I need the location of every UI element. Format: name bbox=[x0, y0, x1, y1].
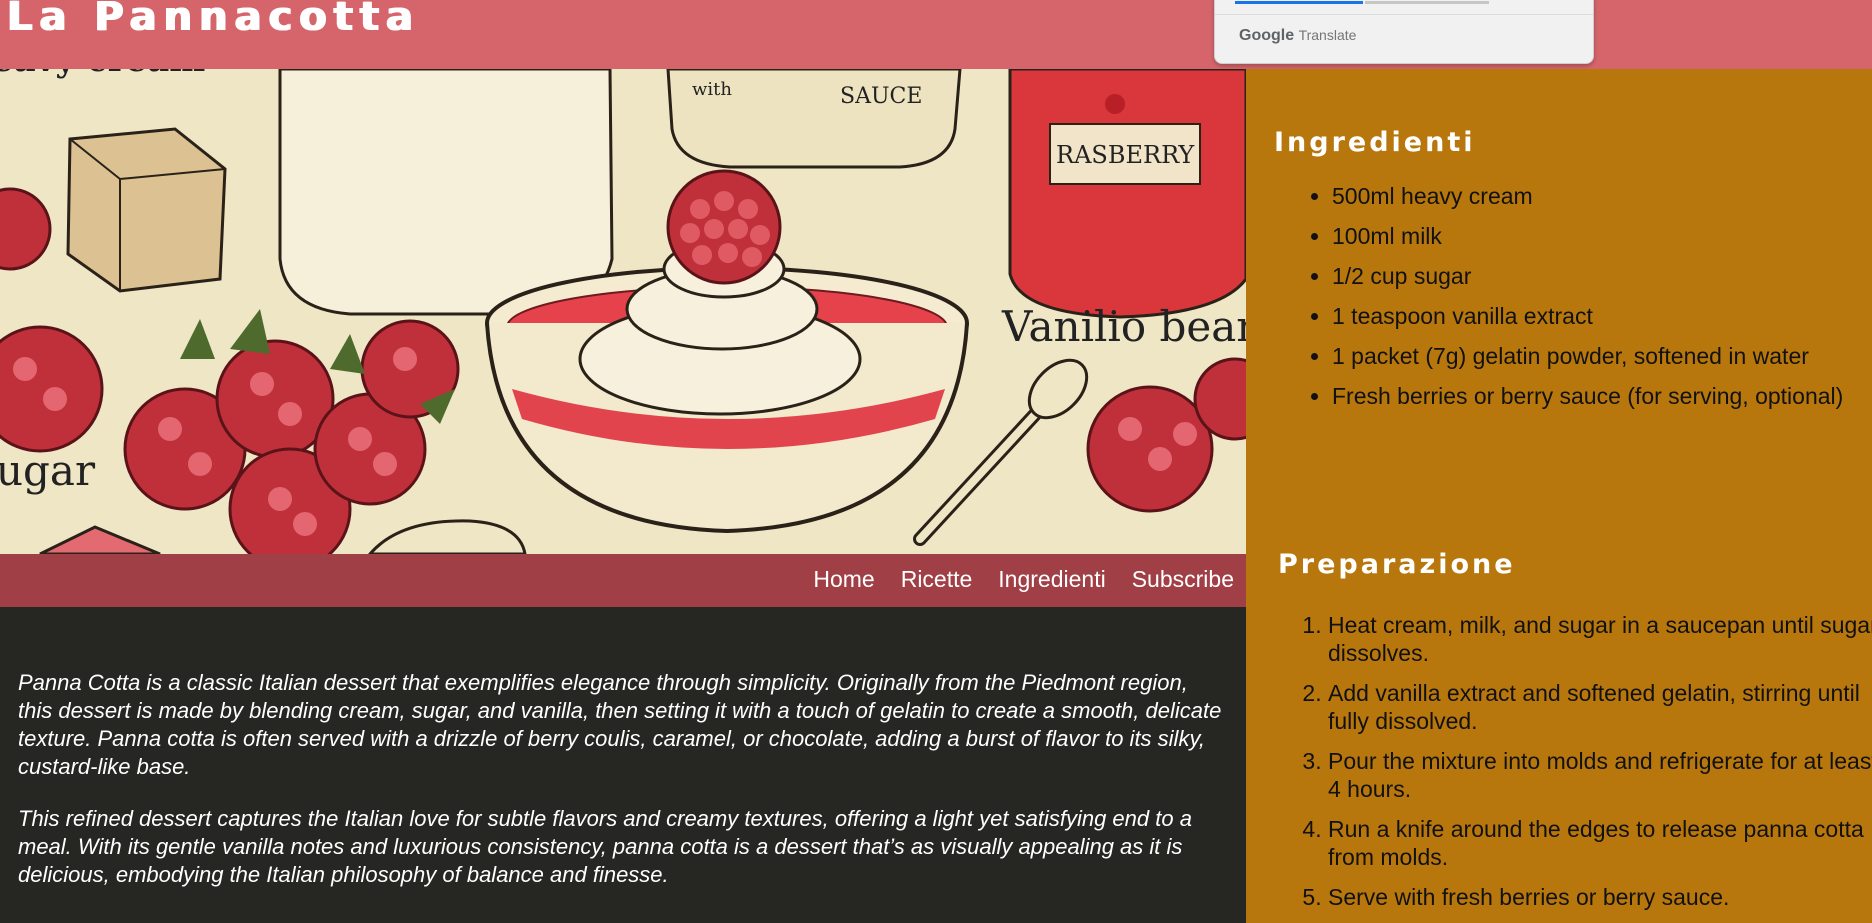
hero-label-sauce: SAUCE bbox=[840, 84, 922, 109]
nav-link-home[interactable]: Home bbox=[813, 566, 874, 593]
description-paragraph: This refined dessert captures the Italia… bbox=[18, 806, 1192, 887]
hero-label-sugar: ugar bbox=[0, 446, 96, 495]
recipe-sidebar: Ingredienti 500ml heavy cream 100ml milk… bbox=[1246, 69, 1872, 923]
ingredient-item: Fresh berries or berry sauce (for servin… bbox=[1332, 382, 1872, 410]
translate-progress-bar bbox=[1235, 1, 1363, 4]
preparation-step: Pour the mixture into molds and refriger… bbox=[1328, 747, 1872, 803]
preparation-steps: Heat cream, milk, and sugar in a saucepa… bbox=[1286, 611, 1872, 923]
hero-label-vanilla: Vanilio bean bbox=[1001, 302, 1246, 351]
hero-image: with SAUCE RASBERRY Vanilio bean ugar bbox=[0, 69, 1246, 554]
ingredients-list: 500ml heavy cream 100ml milk 1/2 cup sug… bbox=[1286, 182, 1872, 422]
preparation-step: Heat cream, milk, and sugar in a saucepa… bbox=[1328, 611, 1872, 667]
nav-list: Home Ricette Ingredienti Subscribe bbox=[787, 566, 1234, 593]
ingredient-item: 1 teaspoon vanilla extract bbox=[1332, 302, 1872, 330]
translate-label: Translate bbox=[1298, 27, 1357, 43]
translate-divider bbox=[1215, 14, 1593, 15]
ingredient-item: 100ml milk bbox=[1332, 222, 1872, 250]
google-translate-brand[interactable]: Google Translate bbox=[1239, 27, 1356, 45]
ingredient-item: 1/2 cup sugar bbox=[1332, 262, 1872, 290]
preparation-step: Serve with fresh berries or berry sauce. bbox=[1328, 883, 1872, 911]
preparation-step: Add vanilla extract and softened gelatin… bbox=[1328, 679, 1872, 735]
preparation-step: Run a knife around the edges to release … bbox=[1328, 815, 1872, 871]
google-translate-widget[interactable]: Google Translate bbox=[1214, 0, 1594, 64]
main-nav: Home Ricette Ingredienti Subscribe bbox=[0, 554, 1246, 607]
translate-track bbox=[1365, 1, 1489, 4]
ingredient-item: 1 packet (7g) gelatin powder, softened i… bbox=[1332, 342, 1872, 370]
site-title: La Pannacotta bbox=[6, 0, 420, 40]
nav-link-subscribe[interactable]: Subscribe bbox=[1132, 566, 1234, 593]
preparation-heading: Preparazione bbox=[1278, 549, 1516, 580]
hero-label-cream: eavy cream bbox=[0, 69, 205, 80]
google-logo: Google bbox=[1239, 27, 1295, 44]
ingredient-item: 500ml heavy cream bbox=[1332, 182, 1872, 210]
hero-label-with: with bbox=[692, 79, 732, 100]
nav-link-ricette[interactable]: Ricette bbox=[901, 566, 973, 593]
panna-cotta-illustration: with SAUCE RASBERRY Vanilio bean ugar bbox=[0, 69, 1246, 554]
ingredients-heading: Ingredienti bbox=[1274, 127, 1476, 158]
description-section: Panna Cotta is a classic Italian dessert… bbox=[0, 607, 1246, 923]
nav-link-ingredienti[interactable]: Ingredienti bbox=[998, 566, 1105, 593]
description-paragraph: Panna Cotta is a classic Italian dessert… bbox=[18, 670, 1222, 779]
hero-label-raspberry: RASBERRY bbox=[1056, 141, 1195, 169]
